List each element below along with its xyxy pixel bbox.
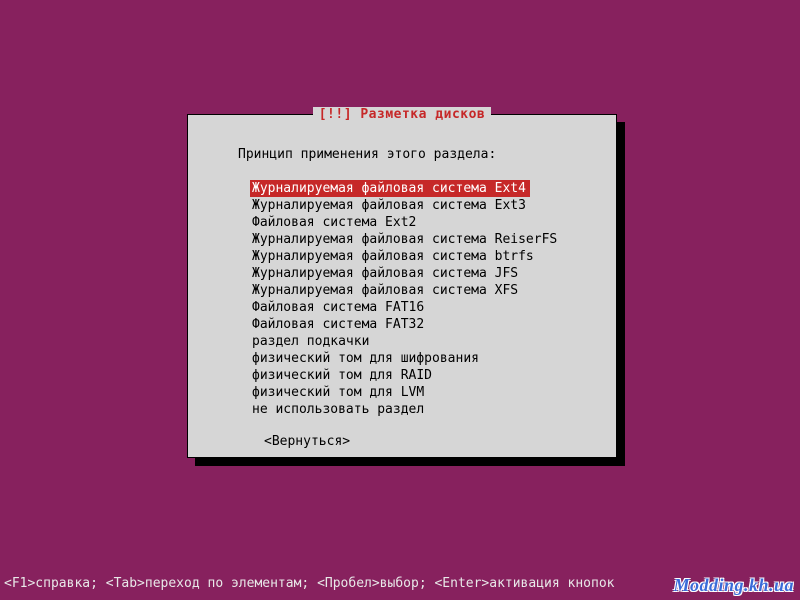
menu-item-raid[interactable]: физический том для RAID <box>250 367 436 384</box>
back-button[interactable]: <Вернуться> <box>188 418 616 449</box>
menu-item-crypt[interactable]: физический том для шифрования <box>250 350 483 367</box>
menu-item-jfs[interactable]: Журналируемая файловая система JFS <box>250 265 522 282</box>
menu-item-fat32[interactable]: Файловая система FAT32 <box>250 316 428 333</box>
menu-item-ext3[interactable]: Журналируемая файловая система Ext3 <box>250 197 530 214</box>
menu-item-dontuse[interactable]: не использовать раздел <box>250 401 428 418</box>
dialog-title-row: [!!] Разметка дисков <box>188 107 616 122</box>
watermark: Modding.kh.ua <box>673 575 794 596</box>
filesystem-menu: Журналируемая файловая система Ext4 Журн… <box>188 180 616 418</box>
menu-item-swap[interactable]: раздел подкачки <box>250 333 373 350</box>
partition-dialog: [!!] Разметка дисков Принцип применения … <box>187 114 617 458</box>
menu-item-xfs[interactable]: Журналируемая файловая система XFS <box>250 282 522 299</box>
menu-item-btrfs[interactable]: Журналируемая файловая система btrfs <box>250 248 538 265</box>
menu-item-ext4[interactable]: Журналируемая файловая система Ext4 <box>250 180 530 197</box>
menu-item-lvm[interactable]: физический том для LVM <box>250 384 428 401</box>
dialog-title: [!!] Разметка дисков <box>313 107 492 122</box>
menu-item-ext2[interactable]: Файловая система Ext2 <box>250 214 420 231</box>
menu-item-reiserfs[interactable]: Журналируемая файловая система ReiserFS <box>250 231 561 248</box>
dialog-prompt: Принцип применения этого раздела: <box>188 121 616 180</box>
menu-item-fat16[interactable]: Файловая система FAT16 <box>250 299 428 316</box>
